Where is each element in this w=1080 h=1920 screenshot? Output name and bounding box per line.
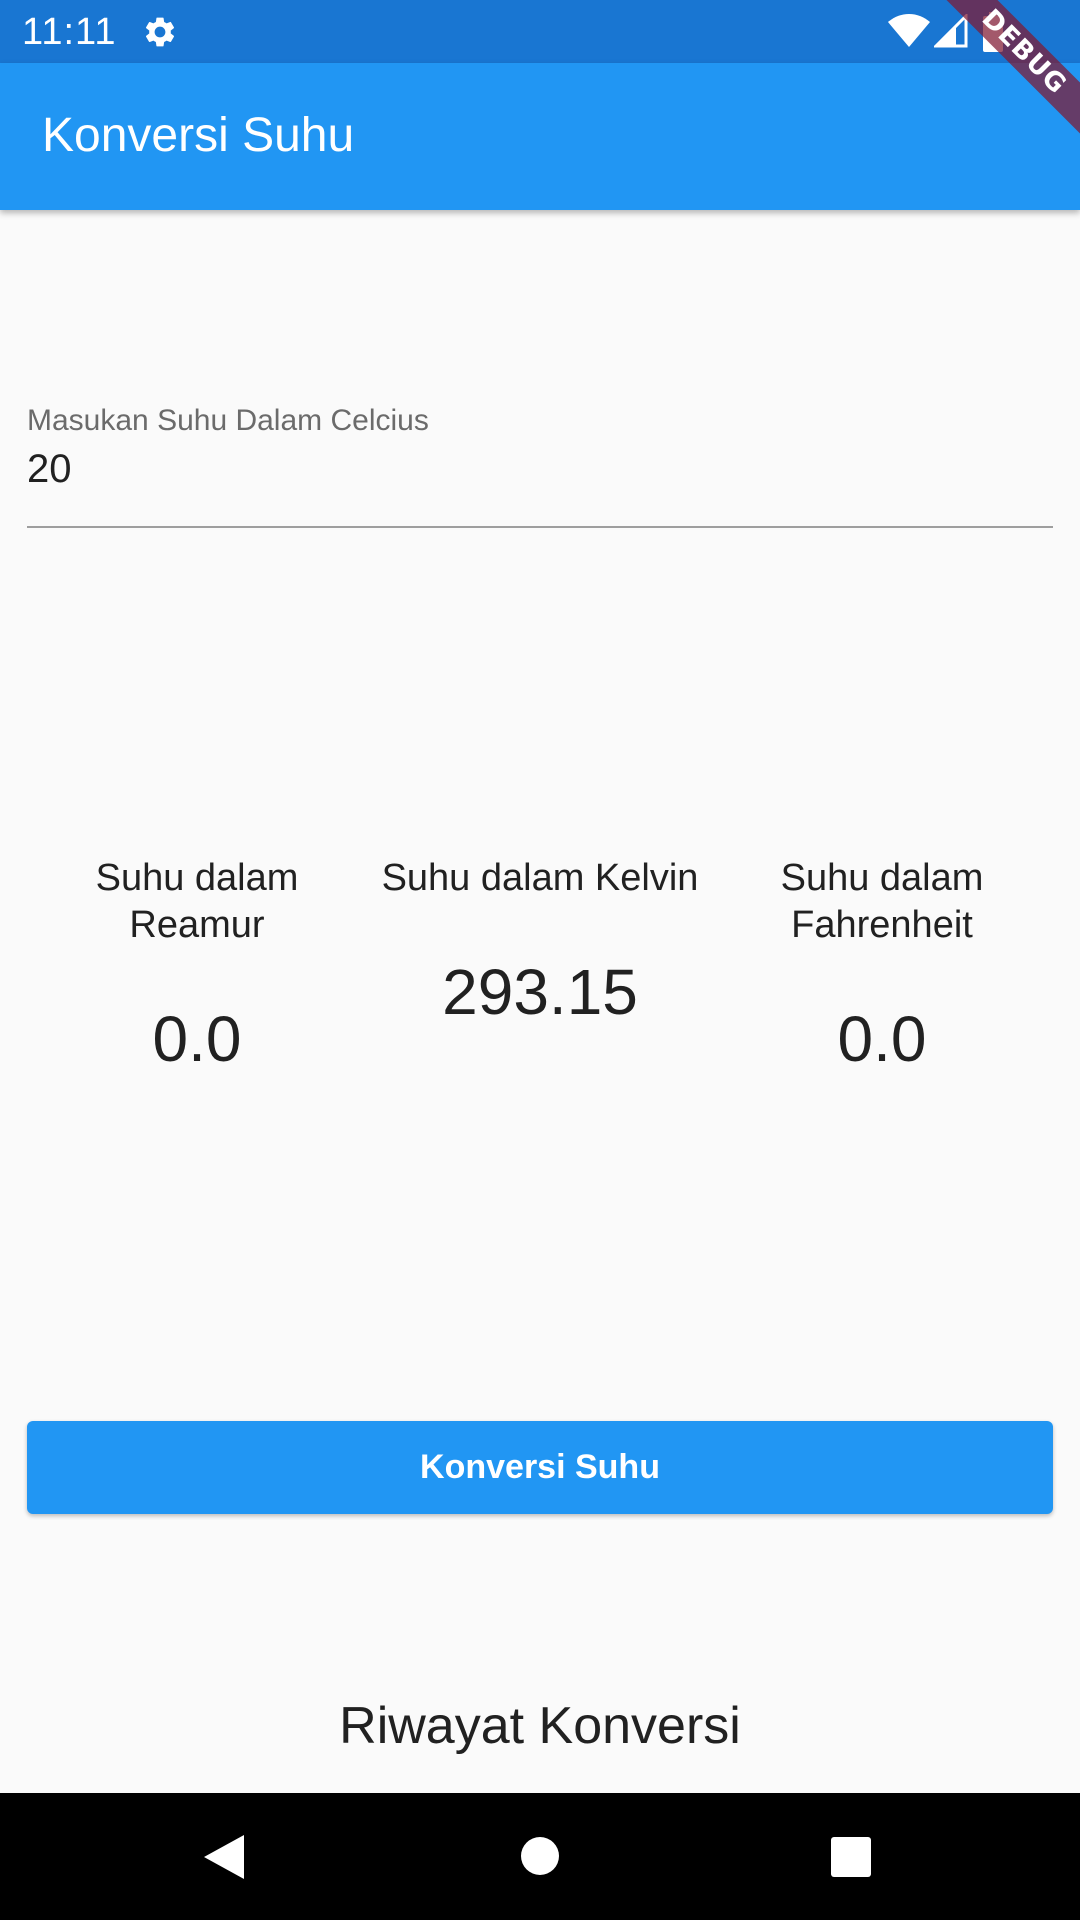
- result-fahrenheit: Suhu dalam Fahrenheit 0.0: [711, 855, 1053, 1075]
- wifi-icon: [888, 14, 930, 47]
- status-bar: 11:11: [0, 0, 1080, 63]
- field-underline: [27, 526, 1053, 528]
- result-kelvin-value: 293.15: [442, 956, 638, 1028]
- status-time: 11:11: [22, 11, 117, 53]
- signal-icon: [934, 14, 968, 48]
- back-icon[interactable]: [202, 1833, 246, 1881]
- convert-button[interactable]: Konversi Suhu: [27, 1421, 1053, 1514]
- result-reamur-label: Suhu dalam Reamur: [95, 857, 299, 946]
- result-kelvin: Suhu dalam Kelvin 293.15: [369, 855, 711, 1028]
- result-fahrenheit-value: 0.0: [837, 1003, 927, 1075]
- celsius-field-label: Masukan Suhu Dalam Celcius: [27, 404, 429, 437]
- result-kelvin-label: Suhu dalam Kelvin: [381, 857, 699, 899]
- celsius-field[interactable]: Masukan Suhu Dalam Celcius: [27, 395, 1053, 529]
- battery-icon: [983, 12, 1003, 52]
- recent-apps-icon[interactable]: [830, 1836, 872, 1878]
- history-title: Riwayat Konversi: [339, 1697, 741, 1755]
- navigation-bar: [0, 1793, 1080, 1920]
- home-icon[interactable]: [520, 1836, 560, 1876]
- result-reamur-value: 0.0: [152, 1003, 242, 1075]
- gear-icon: [145, 17, 175, 47]
- result-fahrenheit-label: Suhu dalam Fahrenheit: [780, 857, 984, 946]
- result-reamur: Suhu dalam Reamur 0.0: [26, 855, 368, 1075]
- app-title: Konversi Suhu: [42, 109, 355, 162]
- celsius-input[interactable]: [27, 445, 1053, 493]
- conversion-results: Suhu dalam Reamur 0.0 Suhu dalam Kelvin …: [0, 855, 1080, 1085]
- app-bar: Konversi Suhu: [0, 63, 1080, 210]
